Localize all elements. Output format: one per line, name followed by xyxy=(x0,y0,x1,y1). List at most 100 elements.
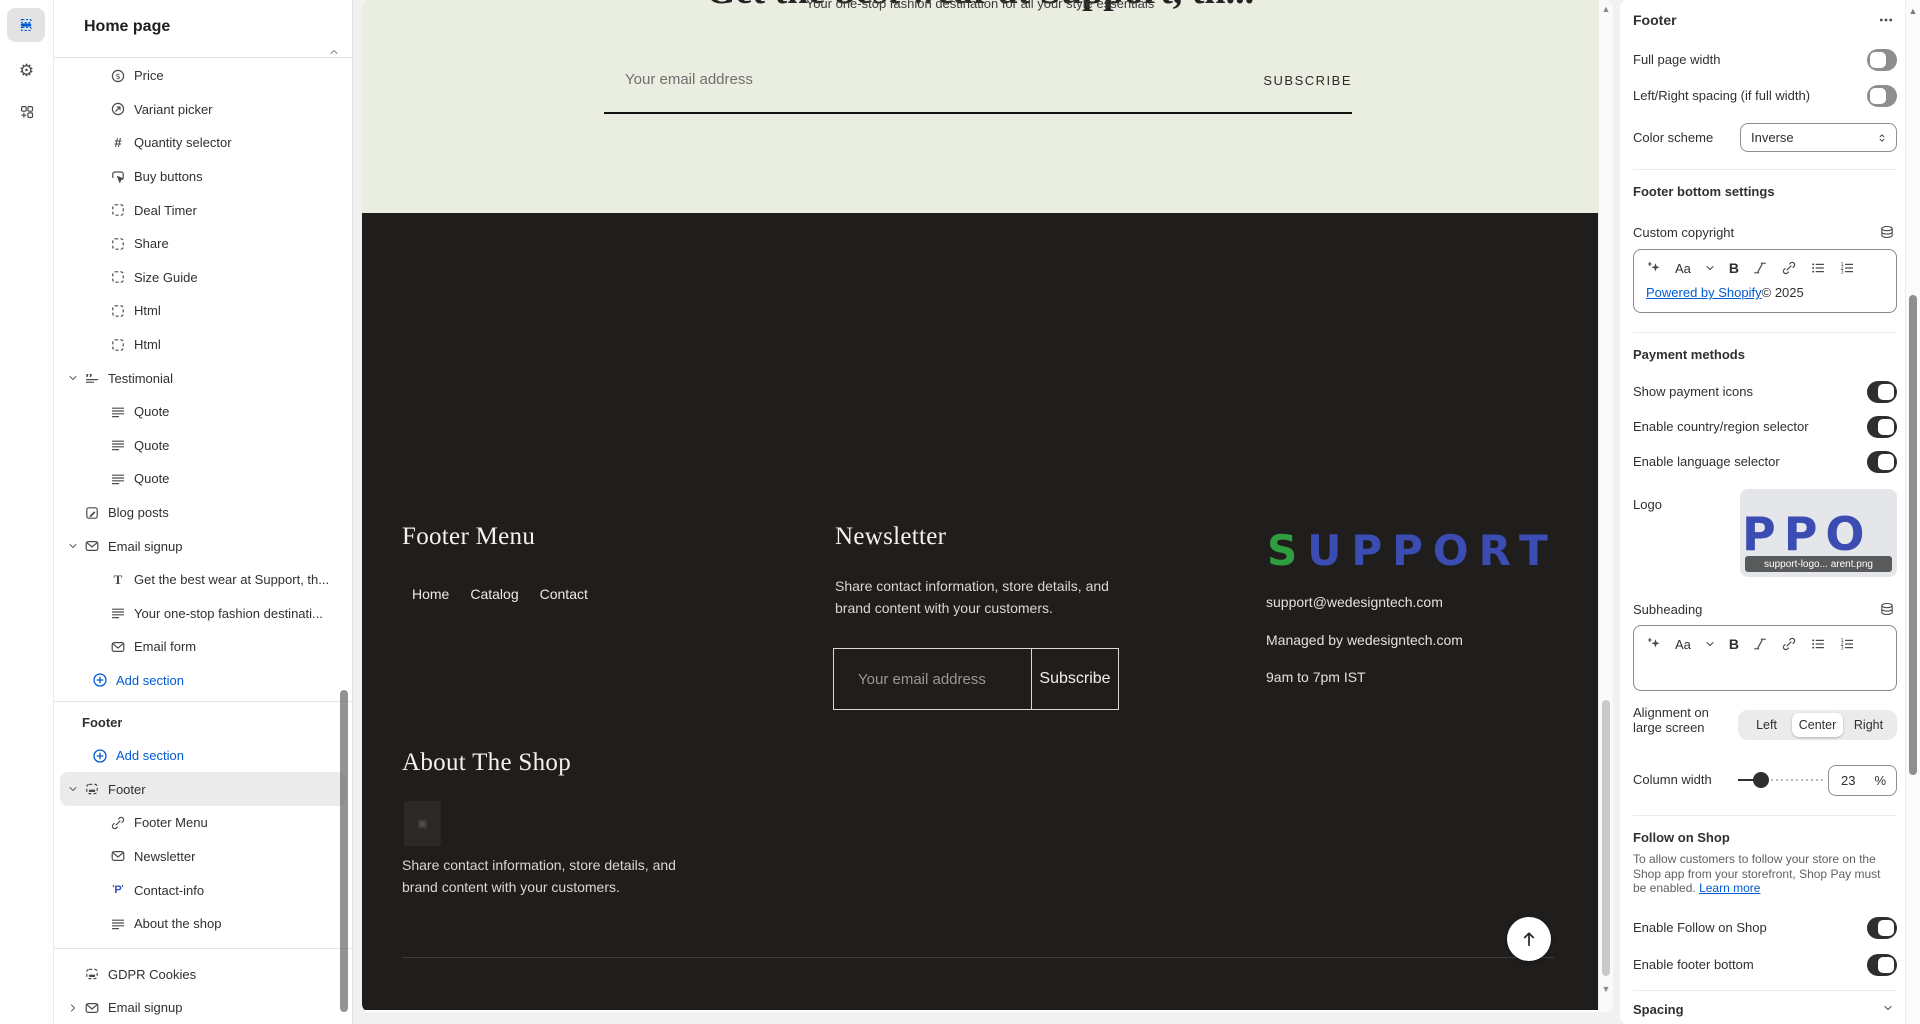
link-icon[interactable] xyxy=(1781,260,1797,276)
tree-item-blog-posts[interactable]: Blog posts xyxy=(60,496,346,530)
chevron-right-icon[interactable] xyxy=(64,1002,82,1014)
tree-item-about-the-shop[interactable]: About the shop xyxy=(60,907,346,941)
tree-item-email-signup[interactable]: Email signup xyxy=(60,529,346,563)
enable-follow-toggle[interactable] xyxy=(1867,917,1897,939)
chevron-down-icon[interactable] xyxy=(64,372,82,384)
country-selector-toggle[interactable] xyxy=(1867,416,1897,438)
variant-icon xyxy=(110,101,126,117)
tree-item-gdpr-cookies[interactable]: GDPR Cookies xyxy=(60,957,346,991)
column-width-slider-handle[interactable] xyxy=(1753,772,1769,788)
sections-nav-button[interactable] xyxy=(7,8,45,42)
panel-scroll-up-icon[interactable]: ▲ xyxy=(1906,6,1920,16)
tree-item-footer[interactable]: Footer xyxy=(60,772,346,806)
newsletter-subscribe-button[interactable]: Subscribe xyxy=(1031,649,1118,709)
scroll-down-arrow-icon[interactable]: ▼ xyxy=(1599,984,1613,994)
alignment-option-right[interactable]: Right xyxy=(1843,713,1894,737)
sidebar-scroll-up-icon[interactable] xyxy=(328,46,340,58)
chevron-down-icon[interactable] xyxy=(64,783,82,795)
sidebar-header: Home page xyxy=(54,0,352,58)
apps-button[interactable] xyxy=(0,104,53,120)
tree-item-get-the-best-wear-at-support-th[interactable]: TGet the best wear at Support, th... xyxy=(60,563,346,597)
tree-item-add-section[interactable]: Add section xyxy=(60,739,346,773)
link-icon[interactable] xyxy=(1781,636,1797,652)
dynamic-source-icon[interactable] xyxy=(1879,224,1895,240)
logo-thumbnail[interactable]: PPO support-logo... arent.png xyxy=(1740,489,1897,577)
alignment-option-left[interactable]: Left xyxy=(1741,713,1792,737)
tree-item-size-guide[interactable]: Size Guide xyxy=(60,261,346,295)
show-payment-icons-toggle[interactable] xyxy=(1867,381,1897,403)
theme-settings-button[interactable]: ⚙ xyxy=(0,62,53,79)
chevron-down-icon[interactable] xyxy=(1704,262,1716,274)
tree-item-quote[interactable]: Quote xyxy=(60,429,346,463)
newsletter-email-input[interactable]: Your email address xyxy=(834,649,1031,709)
tree-item-variant-picker[interactable]: Variant picker xyxy=(60,93,346,127)
quote-icon xyxy=(110,605,126,621)
column-width-value-box[interactable]: 23 % xyxy=(1828,765,1897,796)
magic-icon[interactable] xyxy=(1646,260,1662,276)
powered-by-link[interactable]: Powered by Shopify xyxy=(1646,285,1762,300)
more-options-icon[interactable] xyxy=(1878,12,1894,28)
full-page-width-toggle[interactable] xyxy=(1867,49,1897,71)
enable-footer-bottom-toggle[interactable] xyxy=(1867,954,1897,976)
footer-link-catalog[interactable]: Catalog xyxy=(470,586,518,602)
scroll-up-arrow-icon[interactable]: ▲ xyxy=(1599,4,1613,14)
language-selector-toggle[interactable] xyxy=(1867,451,1897,473)
footer-link-contact[interactable]: Contact xyxy=(540,586,588,602)
italic-icon[interactable] xyxy=(1752,260,1768,276)
tree-item-price[interactable]: Price xyxy=(60,59,346,93)
arrow-up-icon xyxy=(1519,929,1539,949)
panel-scrollbar-thumb[interactable] xyxy=(1909,295,1917,775)
alignment-option-center[interactable]: Center xyxy=(1792,713,1843,737)
column-width-slider-rest[interactable] xyxy=(1771,779,1826,781)
dynamic-source-icon[interactable] xyxy=(1879,601,1895,617)
mail-icon xyxy=(84,1000,100,1016)
tree-item-quote[interactable]: Quote xyxy=(60,462,346,496)
bold-icon[interactable]: B xyxy=(1729,636,1739,652)
banner-subscribe-button[interactable]: SUBSCRIBE xyxy=(1263,73,1352,88)
custom-copyright-content[interactable]: Powered by Shopify© 2025 xyxy=(1634,282,1896,308)
panel-scrollbar[interactable]: ▲ xyxy=(1905,0,1920,1024)
chevron-down-icon[interactable] xyxy=(1704,638,1716,650)
tree-item-share[interactable]: Share xyxy=(60,227,346,261)
tree-item-email-signup[interactable]: Email signup xyxy=(60,991,346,1024)
numbered-list-icon[interactable] xyxy=(1839,636,1855,652)
divider xyxy=(1633,990,1897,991)
custom-copyright-editor[interactable]: Aa B Powered by Shopify© 2025 xyxy=(1633,249,1897,313)
text-style-icon[interactable]: Aa xyxy=(1675,637,1691,652)
sidebar-scrollbar-thumb[interactable] xyxy=(340,690,348,1012)
footer-divider xyxy=(402,957,1554,958)
tree-item-quote[interactable]: Quote xyxy=(60,395,346,429)
spacing-chevron-icon[interactable] xyxy=(1882,1002,1894,1014)
preview-scrollbar[interactable]: ▲ ▼ xyxy=(1598,0,1613,1012)
tree-item-testimonial[interactable]: Testimonial xyxy=(60,361,346,395)
bullet-list-icon[interactable] xyxy=(1810,260,1826,276)
tree-item-buy-buttons[interactable]: Buy buttons xyxy=(60,160,346,194)
tree-item-quantity-selector[interactable]: #Quantity selector xyxy=(60,126,346,160)
bullet-list-icon[interactable] xyxy=(1810,636,1826,652)
tree-item-your-one-stop-fashion-destinati[interactable]: Your one-stop fashion destinati... xyxy=(60,597,346,631)
tree-item-email-form[interactable]: Email form xyxy=(60,630,346,664)
subheading-content[interactable] xyxy=(1634,658,1896,669)
tree-item-html[interactable]: Html xyxy=(60,294,346,328)
italic-icon[interactable] xyxy=(1752,636,1768,652)
preview-scrollbar-thumb[interactable] xyxy=(1602,700,1610,976)
tree-item-newsletter[interactable]: Newsletter xyxy=(60,840,346,874)
tree-item-deal-timer[interactable]: Deal Timer xyxy=(60,193,346,227)
banner-email-input[interactable]: Your email address xyxy=(625,71,753,88)
footer-link-home[interactable]: Home xyxy=(412,586,449,602)
subheading-editor[interactable]: Aa B xyxy=(1633,625,1897,691)
lr-spacing-toggle[interactable] xyxy=(1867,85,1897,107)
tree-item-footer-menu[interactable]: Footer Menu xyxy=(60,806,346,840)
numbered-list-icon[interactable] xyxy=(1839,260,1855,276)
tree-item-contact-info[interactable]: 'P'Contact-info xyxy=(60,873,346,907)
bold-icon[interactable]: B xyxy=(1729,260,1739,276)
scroll-to-top-button[interactable] xyxy=(1507,917,1551,961)
color-scheme-select[interactable]: Inverse xyxy=(1740,123,1897,152)
chevron-down-icon[interactable] xyxy=(64,540,82,552)
tree-item-html[interactable]: Html xyxy=(60,328,346,362)
learn-more-link[interactable]: Learn more xyxy=(1699,881,1760,895)
text-style-icon[interactable]: Aa xyxy=(1675,261,1691,276)
language-selector-label: Enable language selector xyxy=(1633,454,1780,469)
magic-icon[interactable] xyxy=(1646,636,1662,652)
tree-item-add-section[interactable]: Add section xyxy=(60,664,346,698)
